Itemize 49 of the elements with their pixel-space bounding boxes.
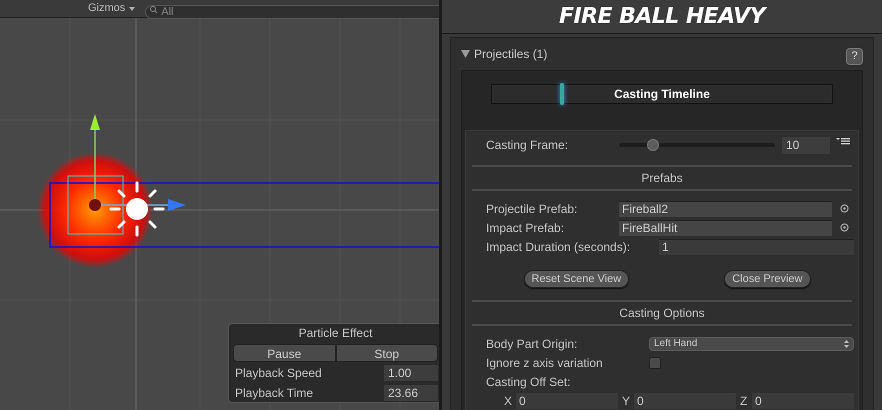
sun-icon [110, 182, 164, 236]
field-label: Playback Speed [234, 365, 322, 382]
axis-label: Z [740, 392, 748, 410]
number-field[interactable]: 0 [516, 392, 618, 408]
timeline-marker[interactable] [560, 83, 564, 105]
collider-square [68, 176, 124, 234]
number-field[interactable]: 1.00 [384, 365, 438, 381]
dropdown[interactable]: Left Hand [649, 336, 854, 350]
slider-thumb[interactable] [647, 139, 660, 151]
field-label: Projectile Prefab: [486, 200, 578, 218]
action-button[interactable]: Reset Scene View [524, 270, 630, 288]
timeline-label: Casting Timeline [614, 86, 710, 103]
number-field[interactable]: 1 [659, 238, 854, 254]
updown-arrows-icon [844, 340, 849, 348]
caret-icon [129, 6, 136, 10]
field-label: Casting Off Set: [486, 374, 570, 390]
number-field[interactable]: 0 [752, 392, 854, 408]
number-field[interactable]: 23.66 [384, 385, 438, 401]
control-button[interactable]: Pause [233, 344, 336, 362]
foldout-arrow-icon[interactable] [461, 50, 470, 58]
field-label: Impact Duration (seconds): [486, 238, 632, 256]
inspector-title: FIRE BALL HEAVY [558, 0, 765, 33]
search-icon [149, 4, 160, 14]
panel-title: Particle Effect [298, 325, 374, 342]
field-label: Body Part Origin: [486, 336, 578, 352]
axis-label: Y [622, 392, 630, 410]
control-button[interactable]: Stop [336, 344, 438, 362]
search-field[interactable]: All [145, 4, 440, 19]
field-label: Playback Time [234, 385, 314, 402]
section-header[interactable]: Projectiles (1) [461, 45, 548, 63]
field-label: Ignore z axis variation [486, 354, 604, 372]
help-button[interactable]: ? [846, 48, 863, 64]
menu-icon[interactable] [836, 137, 850, 145]
section-title: Projectiles (1) [474, 46, 548, 63]
number-field[interactable]: 10 [782, 136, 830, 154]
group-header: Casting Options [619, 305, 705, 322]
object-field[interactable]: FireBallHit [619, 220, 832, 236]
number-field[interactable]: 0 [634, 392, 736, 408]
gizmos-dropdown[interactable]: Gizmos [84, 0, 140, 16]
checkbox[interactable] [649, 356, 661, 368]
group-header: Prefabs [641, 170, 683, 187]
object-picker-icon[interactable] [840, 204, 849, 213]
action-button[interactable]: Close Preview [724, 270, 810, 288]
object-picker-icon[interactable] [840, 223, 849, 232]
pivot-dot [89, 199, 101, 211]
field-label: Casting Frame: [486, 137, 570, 154]
object-field[interactable]: Fireball2 [619, 200, 832, 216]
field-label: Impact Prefab: [486, 220, 566, 236]
axis-label: X [504, 392, 512, 410]
